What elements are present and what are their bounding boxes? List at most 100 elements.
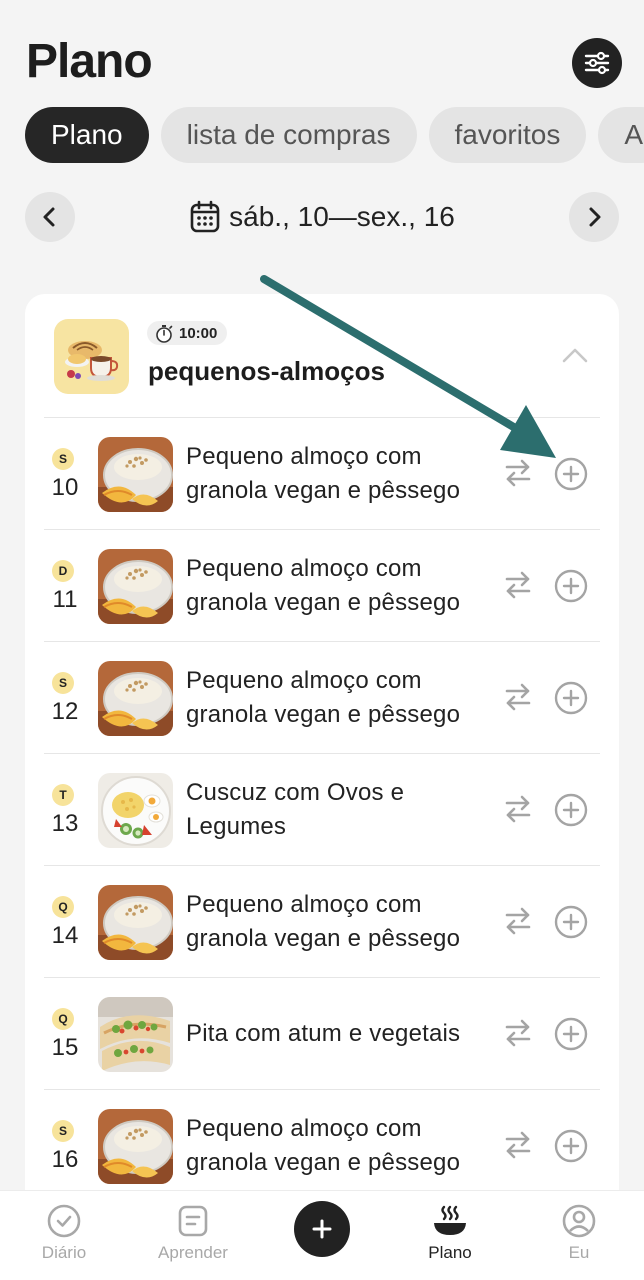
page-title: Plano xyxy=(26,35,153,88)
day-letter-badge: S xyxy=(52,672,74,694)
add-recipe-button[interactable] xyxy=(554,681,588,720)
breakfast-icon xyxy=(54,319,129,394)
meal-card: 10:00 pequenos-almoços S 10 Pequeno almoço… xyxy=(25,294,619,1214)
meal-row[interactable]: D 11 Pequeno almoço com granola vegan e pê… xyxy=(44,529,600,641)
add-circle-icon xyxy=(554,457,588,491)
recipe-title[interactable]: Pequeno almoço com granola vegan e pêsse… xyxy=(186,886,496,958)
recipe-title[interactable]: Pequeno almoço com granola vegan e pêsse… xyxy=(186,438,496,510)
filter-button[interactable] xyxy=(572,38,622,88)
add-recipe-button[interactable] xyxy=(554,793,588,832)
recipe-title-text: Cuscuz com Ovos e Legumes xyxy=(186,779,405,840)
swap-recipe-button[interactable] xyxy=(504,570,532,605)
nav-diario[interactable]: Diário xyxy=(9,1191,119,1280)
tab-label: lista de compras xyxy=(186,119,391,150)
recipe-title-text: Pequeno almoço com granola vegan e pêsse… xyxy=(186,1115,461,1176)
meal-name: pequenos-almoços xyxy=(148,356,385,386)
swap-icon xyxy=(505,683,531,711)
add-recipe-button[interactable] xyxy=(554,1017,588,1056)
day-letter-badge: Q xyxy=(52,896,74,918)
nav-eu[interactable]: Eu xyxy=(524,1191,634,1280)
swap-icon xyxy=(505,459,531,487)
swap-recipe-button[interactable] xyxy=(504,458,532,493)
sliders-icon xyxy=(584,51,610,75)
swap-icon xyxy=(505,1131,531,1159)
swap-recipe-button[interactable] xyxy=(504,682,532,717)
recipe-thumbnail[interactable] xyxy=(98,885,173,960)
meal-row[interactable]: S 16 Pequeno almoço com granola vegan e pê… xyxy=(44,1089,600,1201)
week-navigator: sáb., 10—sex., 16 xyxy=(25,192,619,242)
day-number: 16 xyxy=(51,1146,79,1173)
add-recipe-button[interactable] xyxy=(554,457,588,496)
food-bowl-icon xyxy=(434,1205,466,1235)
nav-aprender[interactable]: Aprender xyxy=(138,1191,248,1280)
previous-week-button[interactable] xyxy=(25,192,75,242)
add-circle-icon xyxy=(554,1129,588,1163)
day-number: 15 xyxy=(51,1034,79,1061)
day-letter-badge: T xyxy=(52,784,74,806)
check-circle-icon xyxy=(47,1204,81,1238)
meal-header[interactable]: 10:00 pequenos-almoços xyxy=(25,294,619,418)
recipe-title[interactable]: Pequeno almoço com granola vegan e pêsse… xyxy=(186,662,496,734)
nav-label: Aprender xyxy=(158,1243,228,1262)
tab-more[interactable]: A xyxy=(598,107,644,163)
add-button[interactable] xyxy=(294,1201,350,1257)
meal-row[interactable]: S 12 Pequeno almoço com granola vegan e pê… xyxy=(44,641,600,753)
recipe-thumbnail[interactable] xyxy=(98,549,173,624)
swap-icon xyxy=(505,795,531,823)
header: Plano xyxy=(26,34,153,89)
day-number: 11 xyxy=(52,586,78,613)
stopwatch-icon xyxy=(156,324,173,343)
recipe-title-text: Pequeno almoço com granola vegan e pêsse… xyxy=(186,555,461,616)
bottom-navigation: Diário Aprender Plano Eu xyxy=(0,1190,644,1280)
recipe-thumbnail[interactable] xyxy=(98,437,173,512)
recipe-thumbnail[interactable] xyxy=(98,773,173,848)
swap-icon xyxy=(505,1019,531,1047)
recipe-title[interactable]: Pequeno almoço com granola vegan e pêsse… xyxy=(186,1110,496,1182)
recipe-title[interactable]: Cuscuz com Ovos e Legumes xyxy=(186,774,496,846)
recipe-title[interactable]: Pita com atum e vegetais xyxy=(186,998,496,1070)
recipe-thumbnail[interactable] xyxy=(98,661,173,736)
add-circle-icon xyxy=(554,1017,588,1051)
week-range[interactable]: sáb., 10—sex., 16 xyxy=(25,192,619,242)
tab-lista-de-compras[interactable]: lista de compras xyxy=(160,107,417,163)
nav-plano[interactable]: Plano xyxy=(395,1191,505,1280)
recipe-title-text: Pequeno almoço com granola vegan e pêsse… xyxy=(186,891,461,952)
plus-icon xyxy=(312,1219,332,1239)
day-number: 13 xyxy=(51,810,79,837)
nav-label: Plano xyxy=(428,1243,472,1262)
add-recipe-button[interactable] xyxy=(554,905,588,944)
meal-row[interactable]: Q 14 Pequeno almoço com granola vegan e pê… xyxy=(44,865,600,977)
meal-row[interactable]: T 13 Cuscuz com Ovos e Legumes xyxy=(44,753,600,865)
recipe-thumbnail[interactable] xyxy=(98,997,173,1072)
meal-row[interactable]: S 10 Pequeno almoço com granola vegan e pê… xyxy=(44,417,600,529)
meal-row[interactable]: Q 15 Pita com atum e vegetais xyxy=(44,977,600,1089)
add-circle-icon xyxy=(554,681,588,715)
swap-recipe-button[interactable] xyxy=(504,906,532,941)
tab-label: Plano xyxy=(51,119,123,150)
recipe-title[interactable]: Pequeno almoço com granola vegan e pêsse… xyxy=(186,550,496,622)
swap-recipe-button[interactable] xyxy=(504,1130,532,1165)
chevron-up-icon[interactable] xyxy=(561,346,589,364)
next-week-button[interactable] xyxy=(569,192,619,242)
add-circle-icon xyxy=(554,569,588,603)
meal-time-badge: 10:00 xyxy=(147,321,228,345)
nav-label: Eu xyxy=(568,1243,590,1262)
tab-label: A xyxy=(624,119,644,150)
day-letter-badge: Q xyxy=(52,1008,74,1030)
recipe-title-text: Pita com atum e vegetais xyxy=(186,1020,461,1047)
add-recipe-button[interactable] xyxy=(554,1129,588,1168)
recipe-title-text: Pequeno almoço com granola vegan e pêsse… xyxy=(186,667,461,728)
meal-rows: S 10 Pequeno almoço com granola vegan e pê… xyxy=(44,417,600,1201)
tab-plano[interactable]: Plano xyxy=(25,107,149,163)
tab-favoritos[interactable]: favoritos xyxy=(428,107,587,163)
notes-icon xyxy=(178,1205,208,1237)
swap-icon xyxy=(505,571,531,599)
recipe-thumbnail[interactable] xyxy=(98,1109,173,1184)
swap-recipe-button[interactable] xyxy=(504,1018,532,1053)
chevron-right-icon xyxy=(589,207,601,227)
add-circle-icon xyxy=(554,793,588,827)
add-recipe-button[interactable] xyxy=(554,569,588,608)
day-letter-badge: D xyxy=(52,560,74,582)
day-letter-badge: S xyxy=(52,1120,74,1142)
swap-recipe-button[interactable] xyxy=(504,794,532,829)
